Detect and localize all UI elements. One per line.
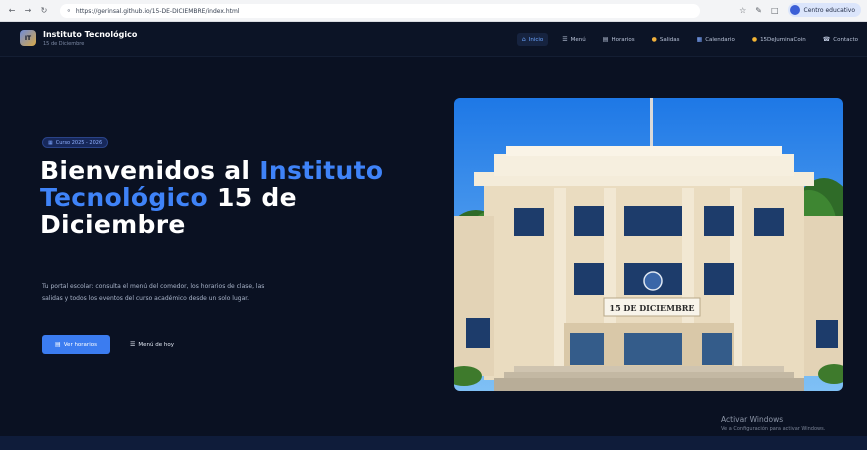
browser-actions: ☆ ✎ □ Centro educativo <box>739 3 861 17</box>
nav-item-calendario[interactable]: ▦ Calendario <box>694 33 738 46</box>
nav-label: Horarios <box>611 36 635 43</box>
hero-description: Tu portal escolar: consulta el menú del … <box>42 283 265 302</box>
calendar-icon: ▦ <box>696 36 703 43</box>
activation-watermark-title: Activar Windows <box>721 415 784 424</box>
nav-item-coin[interactable]: ● 15DeJuminaCoin <box>749 33 809 46</box>
nav-label: Salidas <box>659 36 680 43</box>
schedule-icon: ▤ <box>55 341 61 348</box>
home-icon: ⌂ <box>521 36 526 43</box>
star-icon[interactable]: ☆ <box>739 6 746 15</box>
extensions-icon[interactable]: ✎ <box>755 6 762 15</box>
button-label: Menú de hoy <box>138 341 174 348</box>
profile-button[interactable]: Centro educativo <box>787 3 861 17</box>
menu-icon: ☰ <box>562 36 568 43</box>
activation-watermark-subtitle: Ve a Configuración para activar Windows. <box>721 426 826 432</box>
school-building-image: 15 DE DICIEMBRE <box>454 98 843 391</box>
url-text: https://gerinsal.github.io/15-DE-DICIEMB… <box>75 7 240 15</box>
brand-subtitle: 15 de Diciembre <box>43 41 85 47</box>
nav-label: 15DeJuminaCoin <box>760 36 806 43</box>
nav-item-inicio[interactable]: ⌂ Inicio <box>516 33 549 46</box>
nav-label: Calendario <box>705 36 735 43</box>
reload-icon[interactable]: ↻ <box>38 5 50 17</box>
main-nav: ⌂ Inicio ☰ Menú ▤ Horarios ● Salidas ▦ Calend… <box>516 33 861 46</box>
back-icon[interactable]: ← <box>6 5 18 17</box>
trips-icon: ● <box>651 36 657 43</box>
view-schedules-button[interactable]: ▤ Ver horarios <box>42 335 110 354</box>
nav-label: Inicio <box>528 36 544 43</box>
menu-icon: ☰ <box>130 341 136 348</box>
forward-icon[interactable]: → <box>22 5 34 17</box>
course-badge: ▦ Curso 2025 - 2026 <box>42 137 109 148</box>
split-icon[interactable]: □ <box>771 6 779 15</box>
profile-label: Centro educativo <box>803 6 855 14</box>
nav-item-menu[interactable]: ☰ Menú <box>559 33 589 46</box>
brand-title[interactable]: Instituto Tecnológico <box>43 30 137 39</box>
contact-icon: ☎ <box>822 36 831 43</box>
button-label: Ver horarios <box>63 341 97 348</box>
site-header: IT Instituto Tecnológico 15 de Diciembre… <box>0 22 867 57</box>
calendar-icon: ▦ <box>48 139 53 146</box>
nav-item-contacto[interactable]: ☎ Contacto <box>820 33 861 46</box>
today-menu-button[interactable]: ☰ Menú de hoy <box>118 335 186 354</box>
hero-title-part1: Bienvenidos al <box>40 156 260 185</box>
hero-title: Bienvenidos al Instituto Tecnológico 15 … <box>40 157 420 238</box>
nav-label: Contacto <box>833 36 858 43</box>
nav-item-horarios[interactable]: ▤ Horarios <box>600 33 638 46</box>
coin-icon: ● <box>751 36 758 43</box>
nav-item-salidas[interactable]: ● Salidas <box>649 33 683 46</box>
avatar <box>789 5 800 15</box>
lock-icon: ⚬ <box>66 7 72 15</box>
nav-label: Menú <box>570 36 586 43</box>
address-bar[interactable]: ⚬ https://gerinsal.github.io/15-DE-DICIE… <box>60 4 700 18</box>
badge-text: Curso 2025 - 2026 <box>55 139 103 146</box>
schedule-icon: ▤ <box>602 36 609 43</box>
building-sign: 15 DE DICIEMBRE <box>610 303 695 313</box>
logo[interactable]: IT <box>20 30 36 46</box>
browser-toolbar: ← → ↻ ⚬ https://gerinsal.github.io/15-DE… <box>0 0 867 22</box>
bottom-section-edge <box>0 436 867 450</box>
